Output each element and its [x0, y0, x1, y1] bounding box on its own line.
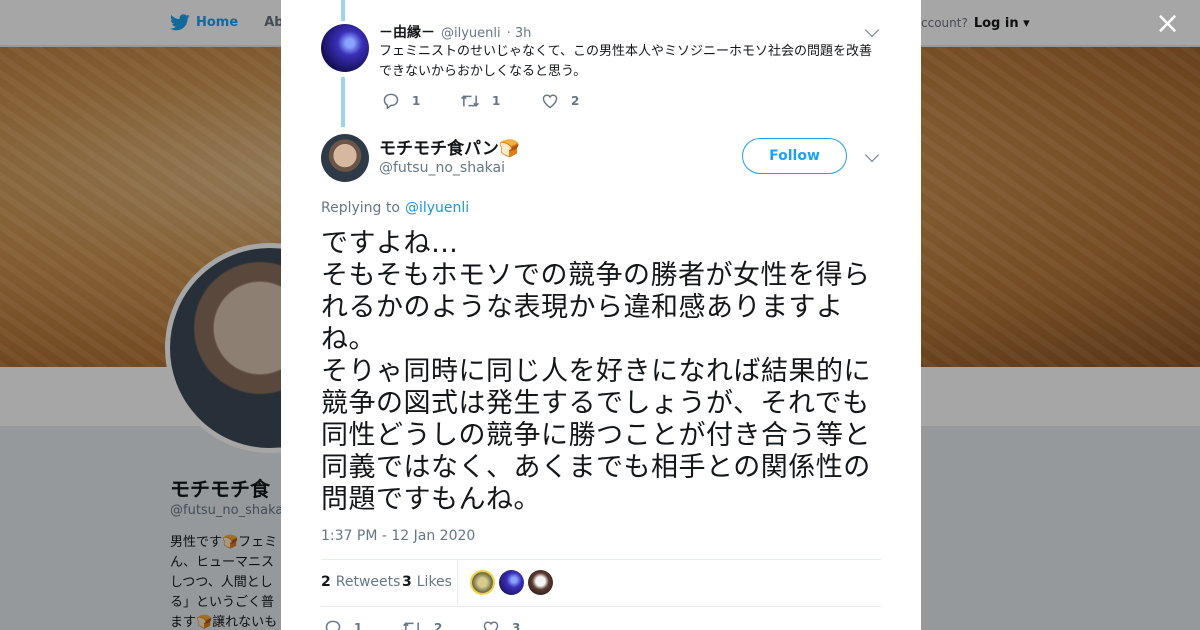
main-tweet-text: ですよね… そもそもホモソでの競争の勝者が女性を得られるかのような表現から違和感… — [321, 228, 871, 515]
parent-text: フェミニストのせいじゃなくて、この男性本人やミソジニーホモソ社会の問題を改善でき… — [379, 44, 872, 79]
close-icon[interactable]: × — [1155, 9, 1180, 39]
parent-reply-action[interactable]: 1 — [382, 93, 420, 109]
main-like-count: 3 — [512, 621, 521, 630]
main-reply-count: 1 — [354, 621, 363, 630]
main-retweet-count: 2 — [434, 621, 443, 630]
like-label: Likes — [416, 574, 452, 590]
thread-line — [341, 77, 345, 127]
main-name[interactable]: モチモチ食パン🍞 — [379, 134, 520, 159]
liker-avatar[interactable] — [470, 570, 495, 595]
main-retweet-action[interactable]: 2 — [402, 620, 442, 630]
parent-avatar[interactable] — [321, 24, 369, 72]
main-avatar[interactable] — [321, 134, 369, 182]
follow-button[interactable]: Follow — [742, 138, 847, 174]
parent-header: －由縁－ @ilyuenli · 3h — [379, 22, 531, 42]
retweet-icon — [460, 93, 480, 109]
tweet-timestamp[interactable]: 1:37 PM - 12 Jan 2020 — [321, 528, 475, 544]
retweets-stat[interactable]: 2 Retweets — [321, 574, 400, 590]
like-icon — [482, 620, 500, 630]
parent-handle[interactable]: @ilyuenli — [441, 26, 501, 41]
parent-retweet-action[interactable]: 1 — [460, 93, 500, 109]
reply-icon — [324, 620, 342, 630]
retweet-icon — [402, 620, 422, 630]
parent-name[interactable]: －由縁－ — [379, 22, 435, 42]
parent-time[interactable]: · 3h — [507, 26, 532, 41]
parent-reply-count: 1 — [412, 94, 421, 108]
replying-to: Replying to @ilyuenli — [321, 200, 469, 216]
divider — [321, 559, 881, 560]
liker-avatar[interactable] — [499, 570, 524, 595]
stats-separator — [457, 560, 458, 605]
retweet-label: Retweets — [335, 574, 401, 590]
main-like-action[interactable]: 3 — [482, 620, 520, 630]
reply-icon — [382, 93, 400, 109]
divider — [321, 606, 881, 607]
liker-avatar[interactable] — [528, 570, 553, 595]
parent-like-action[interactable]: 2 — [541, 93, 579, 109]
replying-handle-link[interactable]: @ilyuenli — [405, 200, 469, 216]
like-count: 3 — [402, 574, 412, 590]
follow-label: Follow — [769, 148, 820, 164]
parent-like-count: 2 — [571, 94, 580, 108]
thread-line — [341, 0, 345, 21]
replying-prefix: Replying to — [321, 200, 400, 216]
parent-retweet-count: 1 — [492, 94, 501, 108]
main-handle[interactable]: @futsu_no_shakai — [379, 160, 505, 176]
like-icon — [541, 93, 559, 109]
main-reply-action[interactable]: 1 — [324, 620, 362, 630]
retweet-count: 2 — [321, 574, 331, 590]
likes-stat[interactable]: 3 Likes — [402, 574, 452, 590]
